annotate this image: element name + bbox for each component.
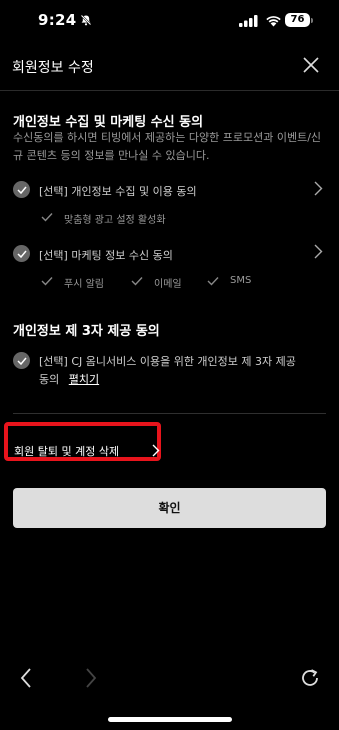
third-party-consent-label[interactable]: [선택] CJ 옴니서비스 이용을 위한 개인정보 제 3자 제공 [39,353,296,369]
marketing-section-description: 수신동의를 하시면 티빙에서 제공하는 다양한 프로모션과 이벤트/신규 콘텐츠… [13,131,322,162]
marketing-section-title: 개인정보 수집 및 마케팅 수신 동의 [13,115,204,130]
wifi-icon [266,16,281,27]
sms-check-icon[interactable] [207,276,219,286]
email-label[interactable]: 이메일 [154,275,182,290]
third-party-section-title: 개인정보 제 3자 제공 동의 [13,324,160,339]
back-arrow-icon[interactable] [19,667,33,689]
personal-info-consent-checkbox[interactable] [13,181,30,198]
battery-level: 76 [285,13,310,27]
forward-arrow-icon[interactable] [84,667,98,689]
third-party-consent-checkbox[interactable] [13,352,30,369]
marketing-consent-checkbox[interactable] [13,245,30,262]
close-icon[interactable] [302,56,320,74]
marketing-consent-label[interactable]: [선택] 마케팅 정보 수신 동의 [39,247,173,263]
chevron-right-icon[interactable] [152,444,160,457]
push-label[interactable]: 푸시 알림 [64,275,104,290]
bell-muted-icon [80,14,92,26]
email-check-icon[interactable] [131,276,143,286]
custom-ad-check-icon[interactable] [41,212,53,222]
personal-info-consent-label[interactable]: [선택] 개인정보 수집 및 이용 동의 [39,183,197,199]
home-indicator [108,717,232,722]
custom-ad-label[interactable]: 맞춤형 광고 설정 활성화 [64,211,166,226]
header-divider [0,90,339,91]
check-icon [17,186,27,194]
battery-tip [311,18,313,23]
chevron-right-icon[interactable] [314,244,323,259]
third-party-consent-suffix: 동의 [39,373,60,386]
check-icon [17,250,27,258]
sms-label[interactable]: SMS [230,275,251,286]
status-time: 9:24 [38,11,77,29]
confirm-button[interactable]: 확인 [13,488,326,528]
withdraw-account-link[interactable]: 회원 탈퇴 및 계정 삭제 [14,443,119,459]
third-party-consent-label-2: 동의 펼치기 [39,371,99,387]
expand-link[interactable]: 펼치기 [69,373,99,386]
page-title: 회원정보 수정 [12,60,94,76]
cellular-signal-icon [239,15,258,27]
check-icon [17,357,27,365]
push-check-icon[interactable] [41,276,53,286]
refresh-icon[interactable] [299,667,321,689]
chevron-right-icon[interactable] [314,181,323,196]
section-divider [13,413,326,414]
